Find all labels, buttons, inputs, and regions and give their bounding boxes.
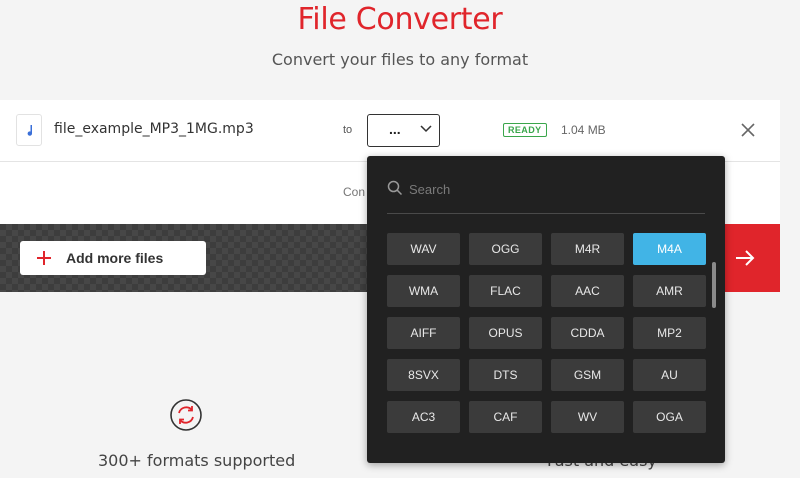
search-icon	[387, 180, 403, 196]
format-dropdown: WAV OGG M4R M4A WMA FLAC AAC AMR AIFF OPUS CDDA MP2…	[367, 156, 725, 463]
dropdown-scrollbar[interactable]	[712, 262, 716, 308]
file-size: 1.04 MB	[561, 123, 606, 137]
file-name: file_example_MP3_1MG.mp3	[54, 121, 254, 137]
format-option-wma[interactable]: WMA	[387, 275, 460, 307]
format-option-mp2[interactable]: MP2	[633, 317, 706, 349]
format-option-gsm[interactable]: GSM	[551, 359, 624, 391]
format-option-ogg[interactable]: OGG	[469, 233, 542, 265]
format-option-aiff[interactable]: AIFF	[387, 317, 460, 349]
sync-icon	[170, 399, 202, 431]
music-note-icon	[16, 114, 42, 146]
to-label: to	[343, 124, 353, 136]
add-more-files-button[interactable]: Add more files	[20, 241, 206, 275]
format-option-cdda[interactable]: CDDA	[551, 317, 624, 349]
format-option-wav[interactable]: WAV	[387, 233, 460, 265]
format-option-wv[interactable]: WV	[551, 401, 624, 433]
format-select-value: ...	[389, 121, 401, 137]
convert-button[interactable]	[724, 224, 780, 292]
format-option-opus[interactable]: OPUS	[469, 317, 542, 349]
page-title: File Converter	[297, 2, 503, 37]
format-option-aac[interactable]: AAC	[551, 275, 624, 307]
file-row: file_example_MP3_1MG.mp3 to ... READY 1.…	[0, 100, 780, 162]
format-option-ac3[interactable]: AC3	[387, 401, 460, 433]
page-subtitle: Convert your files to any format	[271, 50, 529, 69]
convert-hint: Con	[343, 185, 366, 199]
format-option-m4a[interactable]: M4A	[633, 233, 706, 265]
format-option-8svx[interactable]: 8SVX	[387, 359, 460, 391]
status-badge: READY	[503, 123, 547, 137]
chevron-down-icon	[420, 125, 432, 133]
format-option-amr[interactable]: AMR	[633, 275, 706, 307]
plus-icon	[37, 251, 51, 265]
search-row	[387, 178, 705, 214]
format-option-dts[interactable]: DTS	[469, 359, 542, 391]
format-option-au[interactable]: AU	[633, 359, 706, 391]
add-more-files-label: Add more files	[66, 250, 164, 266]
format-option-flac[interactable]: FLAC	[469, 275, 542, 307]
format-grid: WAV OGG M4R M4A WMA FLAC AAC AMR AIFF OPUS CDDA MP2…	[387, 233, 707, 433]
format-search-input[interactable]	[409, 178, 699, 200]
format-option-oga[interactable]: OGA	[633, 401, 706, 433]
format-select[interactable]: ...	[367, 114, 440, 147]
close-icon[interactable]	[740, 122, 756, 138]
feature-formats-text: 300+ formats supported	[98, 451, 296, 470]
format-option-m4r[interactable]: M4R	[551, 233, 624, 265]
format-option-caf[interactable]: CAF	[469, 401, 542, 433]
arrow-right-icon	[736, 250, 755, 266]
